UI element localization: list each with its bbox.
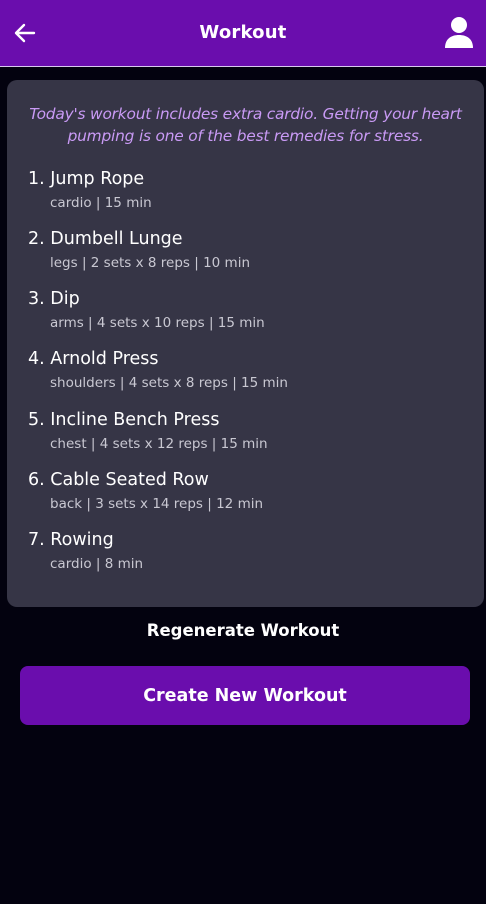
exercise-item: 6. Cable Seated Row back | 3 sets x 14 r… [28,470,468,512]
user-icon [445,17,473,48]
exercise-detail: chest | 4 sets x 12 reps | 15 min [50,436,268,452]
exercise-name: 7. Rowing [28,530,114,550]
regenerate-workout-button[interactable]: Regenerate Workout [0,621,486,640]
exercise-name: 4. Arnold Press [28,349,159,369]
exercise-name: 2. Dumbell Lunge [28,229,183,249]
exercise-item: 3. Dip arms | 4 sets x 10 reps | 15 min [28,289,468,331]
exercise-detail: legs | 2 sets x 8 reps | 10 min [50,255,251,271]
app-header: Workout [0,0,486,67]
workout-card: Today's workout includes extra cardio. G… [7,80,484,607]
exercise-name: 1. Jump Rope [28,169,145,189]
exercise-name: 5. Incline Bench Press [28,410,220,430]
exercise-item: 1. Jump Rope cardio | 15 min [28,169,468,211]
exercise-item: 2. Dumbell Lunge legs | 2 sets x 8 reps … [28,229,468,271]
profile-button[interactable] [444,16,474,50]
exercise-detail: shoulders | 4 sets x 8 reps | 15 min [50,375,288,391]
exercise-name: 3. Dip [28,289,80,309]
exercise-detail: back | 3 sets x 14 reps | 12 min [50,496,264,512]
create-new-workout-button[interactable]: Create New Workout [20,666,470,725]
exercise-name: 6. Cable Seated Row [28,470,209,490]
page-title: Workout [199,22,287,43]
exercise-detail: arms | 4 sets x 10 reps | 15 min [50,315,265,331]
workout-intro: Today's workout includes extra cardio. G… [29,105,462,145]
exercise-item: 5. Incline Bench Press chest | 4 sets x … [28,410,468,452]
exercise-detail: cardio | 15 min [50,195,152,211]
exercise-detail: cardio | 8 min [50,556,144,572]
exercise-item: 4. Arnold Press shoulders | 4 sets x 8 r… [28,349,468,391]
exercise-item: 7. Rowing cardio | 8 min [28,530,468,572]
